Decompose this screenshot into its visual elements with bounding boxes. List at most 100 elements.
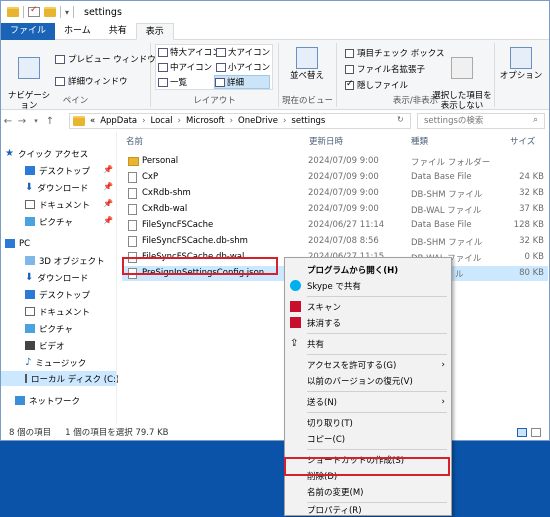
refresh-icon[interactable]: ↻ — [397, 115, 404, 124]
hidden-items-toggle[interactable]: 隠しファイル — [345, 79, 408, 91]
chevron-right-icon[interactable]: › — [230, 116, 233, 126]
preview-pane-button[interactable]: プレビュー ウィンドウ — [55, 53, 156, 65]
nav-videos[interactable]: ビデオ — [25, 338, 65, 353]
search-icon: ⌕ — [533, 115, 539, 125]
nav-label: ビデオ — [39, 341, 65, 352]
search-input[interactable]: settingsの検索 — [417, 113, 545, 129]
menu-copy[interactable]: コピー(C) — [285, 431, 451, 446]
nav-documents-pc[interactable]: ドキュメント — [25, 304, 90, 319]
back-arrow-icon[interactable]: ← — [1, 116, 15, 127]
layout-list[interactable]: 一覧 — [158, 76, 187, 88]
menu-restore-previous[interactable]: 以前のバージョンの復元(V) — [285, 373, 451, 388]
chevron-right-icon[interactable]: › — [142, 116, 145, 126]
nav-desktop-pc[interactable]: デスクトップ — [25, 287, 90, 302]
menu-open-with[interactable]: プログラムから開く(H) — [285, 262, 451, 277]
recent-dropdown-icon[interactable]: ▾ — [29, 117, 43, 125]
menu-separator — [307, 449, 447, 450]
layout-small[interactable]: 小アイコン — [216, 61, 270, 73]
pin-icon[interactable]: 📌 — [103, 165, 113, 174]
file-extensions-toggle[interactable]: ファイル名拡張子 — [345, 63, 425, 75]
nav-local-disk[interactable]: ローカル ディスク (C:) — [1, 371, 119, 386]
nav-quick-access[interactable]: ★ クイック アクセス — [5, 146, 88, 161]
nav-pictures[interactable]: ピクチャ — [25, 214, 73, 229]
menu-send-to[interactable]: 送る(N) › — [285, 394, 451, 409]
tab-share[interactable]: 共有 — [100, 23, 136, 40]
table-row[interactable]: CxRdb-shm 2024/07/09 9:00 DB-SHM ファイル 32… — [122, 186, 548, 201]
tab-view[interactable]: 表示 — [135, 23, 174, 40]
column-name[interactable]: 名前 — [126, 135, 143, 147]
file-icon — [128, 204, 137, 215]
show-hide-group: 項目チェック ボックス ファイル名拡張子 隠しファイル 選択した項目を 表示しな… — [337, 43, 495, 111]
menu-properties[interactable]: プロパティ(R) — [285, 502, 451, 517]
nav-music[interactable]: ♪ ミュージック — [25, 355, 86, 370]
column-size[interactable]: サイズ — [510, 135, 535, 147]
breadcrumb-settings[interactable]: settings — [291, 116, 325, 126]
details-pane-button[interactable]: 詳細ウィンドウ — [55, 75, 128, 87]
menu-separator — [307, 354, 447, 355]
forward-arrow-icon[interactable]: → — [15, 116, 29, 127]
pin-icon[interactable]: 📌 — [103, 216, 113, 225]
layout-large[interactable]: 大アイコン — [216, 46, 270, 58]
nav-pc[interactable]: PC — [5, 236, 30, 251]
breadcrumb-microsoft[interactable]: Microsoft — [186, 116, 225, 126]
navigation-pane: ★ クイック アクセス デスクトップ 📌 ⬇ ダウンロード 📌 ドキュメント 📌… — [1, 132, 119, 424]
highlight-delete-item — [284, 457, 450, 476]
menu-label: 共有 — [307, 339, 325, 350]
nav-network[interactable]: ネットワーク — [15, 393, 80, 408]
nav-pictures-pc[interactable]: ピクチャ — [25, 321, 73, 336]
new-folder-icon[interactable] — [44, 7, 56, 17]
menu-rename[interactable]: 名前の変更(M) — [285, 484, 451, 499]
nav-label: デスクトップ — [39, 290, 91, 301]
qa-dropdown-icon[interactable]: ▾ — [65, 8, 69, 17]
table-row[interactable]: CxP 2024/07/09 9:00 Data Base File 24 KB — [122, 170, 548, 185]
chevron-right-icon[interactable]: › — [283, 116, 286, 126]
menu-scan[interactable]: スキャン — [285, 299, 451, 314]
breadcrumb-appdata[interactable]: AppData — [100, 116, 137, 126]
nav-downloads[interactable]: ⬇ ダウンロード — [25, 180, 88, 195]
menu-shred[interactable]: 抹消する — [285, 315, 451, 330]
tab-file[interactable]: ファイル — [1, 23, 56, 40]
table-row[interactable]: Personal 2024/07/09 9:00 ファイル フォルダー — [122, 154, 548, 169]
preview-pane-icon — [55, 54, 65, 64]
table-row[interactable]: FileSyncFSCache 2024/06/27 11:14 Data Ba… — [122, 218, 548, 233]
tab-home[interactable]: ホーム — [55, 23, 100, 40]
layout-gallery: 特大アイコン 大アイコン 中アイコン 小アイコン 一覧 詳細 — [155, 44, 273, 90]
menu-cut[interactable]: 切り取り(T) — [285, 415, 451, 430]
nav-desktop[interactable]: デスクトップ — [25, 163, 90, 178]
breadcrumb-local[interactable]: Local — [151, 116, 173, 126]
chevron-right-icon[interactable]: › — [178, 116, 181, 126]
layout-extra-large[interactable]: 特大アイコン — [158, 46, 221, 58]
menu-skype-share[interactable]: Skype で共有 — [285, 278, 451, 293]
nav-downloads-pc[interactable]: ⬇ ダウンロード — [25, 270, 88, 285]
item-checkboxes-toggle[interactable]: 項目チェック ボックス — [345, 47, 444, 59]
menu-separator — [307, 391, 447, 392]
column-type[interactable]: 種類 — [411, 135, 428, 147]
table-row[interactable]: CxRdb-wal 2024/07/09 9:00 DB-WAL ファイル 37… — [122, 202, 548, 217]
options-button[interactable]: オプション — [499, 47, 543, 81]
table-row[interactable]: FileSyncFSCache.db-shm 2024/07/08 8:56 D… — [122, 234, 548, 249]
up-arrow-icon[interactable]: ↑ — [43, 116, 57, 127]
pin-icon[interactable]: 📌 — [103, 182, 113, 191]
breadcrumb-onedrive[interactable]: OneDrive — [238, 116, 278, 126]
file-type: ル — [455, 270, 464, 280]
breadcrumb-overflow[interactable]: « — [90, 116, 95, 126]
large-icons-toggle-icon[interactable] — [531, 427, 541, 437]
address-field[interactable]: « AppData › Local › Microsoft › OneDrive… — [69, 113, 411, 129]
layout-details[interactable]: 詳細 — [214, 75, 270, 89]
folder-icon — [73, 116, 85, 126]
nav-label: ネットワーク — [29, 396, 81, 407]
menu-give-access[interactable]: アクセスを許可する(G) › — [285, 357, 451, 372]
sort-by-button[interactable]: 並べ替え — [283, 47, 331, 81]
file-name: CxRdb-shm — [142, 188, 191, 198]
music-note-icon: ♪ — [25, 357, 32, 368]
menu-share[interactable]: ⇪ 共有 — [285, 336, 451, 351]
details-view-toggle-icon[interactable] — [517, 427, 527, 437]
layout-medium[interactable]: 中アイコン — [158, 61, 212, 73]
properties-check-icon[interactable] — [28, 5, 40, 17]
pin-icon[interactable]: 📌 — [103, 199, 113, 208]
column-date[interactable]: 更新日時 — [309, 135, 343, 147]
sort-by-label: 並べ替え — [289, 71, 324, 81]
nav-3d-objects[interactable]: 3D オブジェクト — [25, 253, 105, 268]
nav-documents[interactable]: ドキュメント — [25, 197, 90, 212]
menu-label: 名前の変更(M) — [307, 487, 364, 498]
